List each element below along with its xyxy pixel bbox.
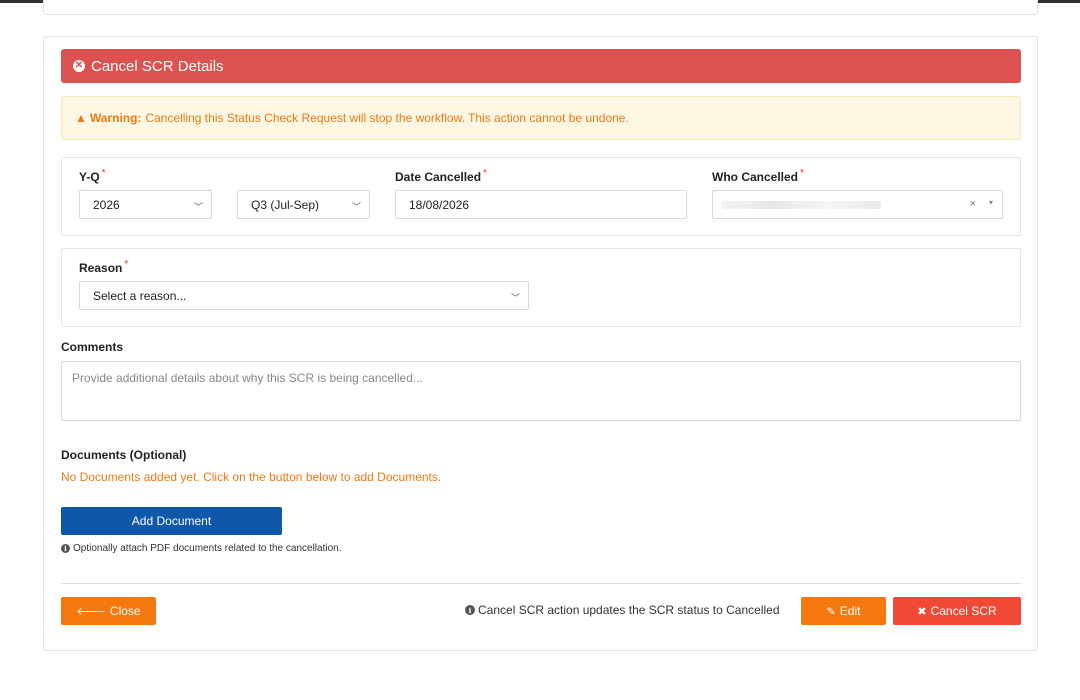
yq-label: Y-Q * bbox=[79, 168, 106, 184]
comments-label: Comments bbox=[61, 340, 124, 354]
quarter-select[interactable]: Q3 (Jul-Sep) ﹀ bbox=[237, 190, 370, 219]
card-title: Cancel SCR Details bbox=[91, 57, 224, 75]
date-cancelled-label: Date Cancelled * bbox=[395, 168, 487, 184]
chevron-down-icon: ﹀ bbox=[351, 202, 361, 212]
status-note: i Cancel SCR action updates the SCR stat… bbox=[465, 603, 780, 617]
info-icon: i bbox=[465, 605, 475, 615]
edit-button[interactable]: ✎ Edit bbox=[801, 597, 886, 625]
warning-alert: ▲ Warning: Cancelling this Status Check … bbox=[61, 96, 1021, 140]
year-select[interactable]: 2026 ﹀ bbox=[79, 190, 212, 219]
cancel-scr-button[interactable]: ✖ Cancel SCR bbox=[893, 597, 1021, 625]
reason-section: Reason * Select a reason... ﹀ bbox=[61, 248, 1021, 327]
no-documents-text: No Documents added yet. Click on the but… bbox=[61, 470, 442, 484]
footer-divider bbox=[61, 583, 1021, 584]
times-circle-icon: ✕ bbox=[73, 60, 85, 72]
warning-strong: Warning: bbox=[89, 111, 142, 125]
comments-textarea[interactable]: Provide additional details about why thi… bbox=[61, 361, 1021, 421]
caret-down-icon: ▾ bbox=[988, 198, 993, 207]
card-header: ✕ Cancel SCR Details bbox=[61, 49, 1021, 83]
pencil-icon: ✎ bbox=[826, 605, 836, 618]
cancel-scr-card: ✕ Cancel SCR Details ▲ Warning: Cancelli… bbox=[43, 36, 1038, 651]
warning-text: Cancelling this Status Check Request wil… bbox=[145, 111, 629, 125]
warning-icon: ▲ bbox=[75, 111, 87, 125]
info-icon: i bbox=[61, 544, 70, 553]
times-icon: ✖ bbox=[917, 605, 927, 618]
arrow-left-icon: 🡐 bbox=[76, 606, 106, 618]
who-cancelled-label: Who Cancelled * bbox=[712, 168, 804, 184]
date-cancelled-input[interactable]: 18/08/2026 bbox=[395, 190, 687, 219]
previous-card bbox=[43, 0, 1038, 15]
who-cancelled-select[interactable]: × ▾ bbox=[712, 190, 1003, 219]
cancel-details-section: Y-Q * 2026 ﹀ Q3 (Jul-Sep) ﹀ Date Cancelled *… bbox=[61, 157, 1021, 236]
documents-hint: i Optionally attach PDF documents relate… bbox=[61, 543, 341, 554]
chevron-down-icon: ﹀ bbox=[193, 202, 203, 212]
close-button[interactable]: 🡐 Close bbox=[61, 597, 156, 625]
clear-icon[interactable]: × bbox=[970, 198, 976, 210]
documents-label: Documents (Optional) bbox=[61, 448, 187, 462]
chevron-down-icon: ﹀ bbox=[510, 293, 520, 303]
reason-select[interactable]: Select a reason... ﹀ bbox=[79, 281, 529, 310]
reason-label: Reason * bbox=[79, 259, 129, 275]
add-document-button[interactable]: Add Document bbox=[61, 507, 282, 535]
redacted-user-name bbox=[721, 201, 881, 209]
